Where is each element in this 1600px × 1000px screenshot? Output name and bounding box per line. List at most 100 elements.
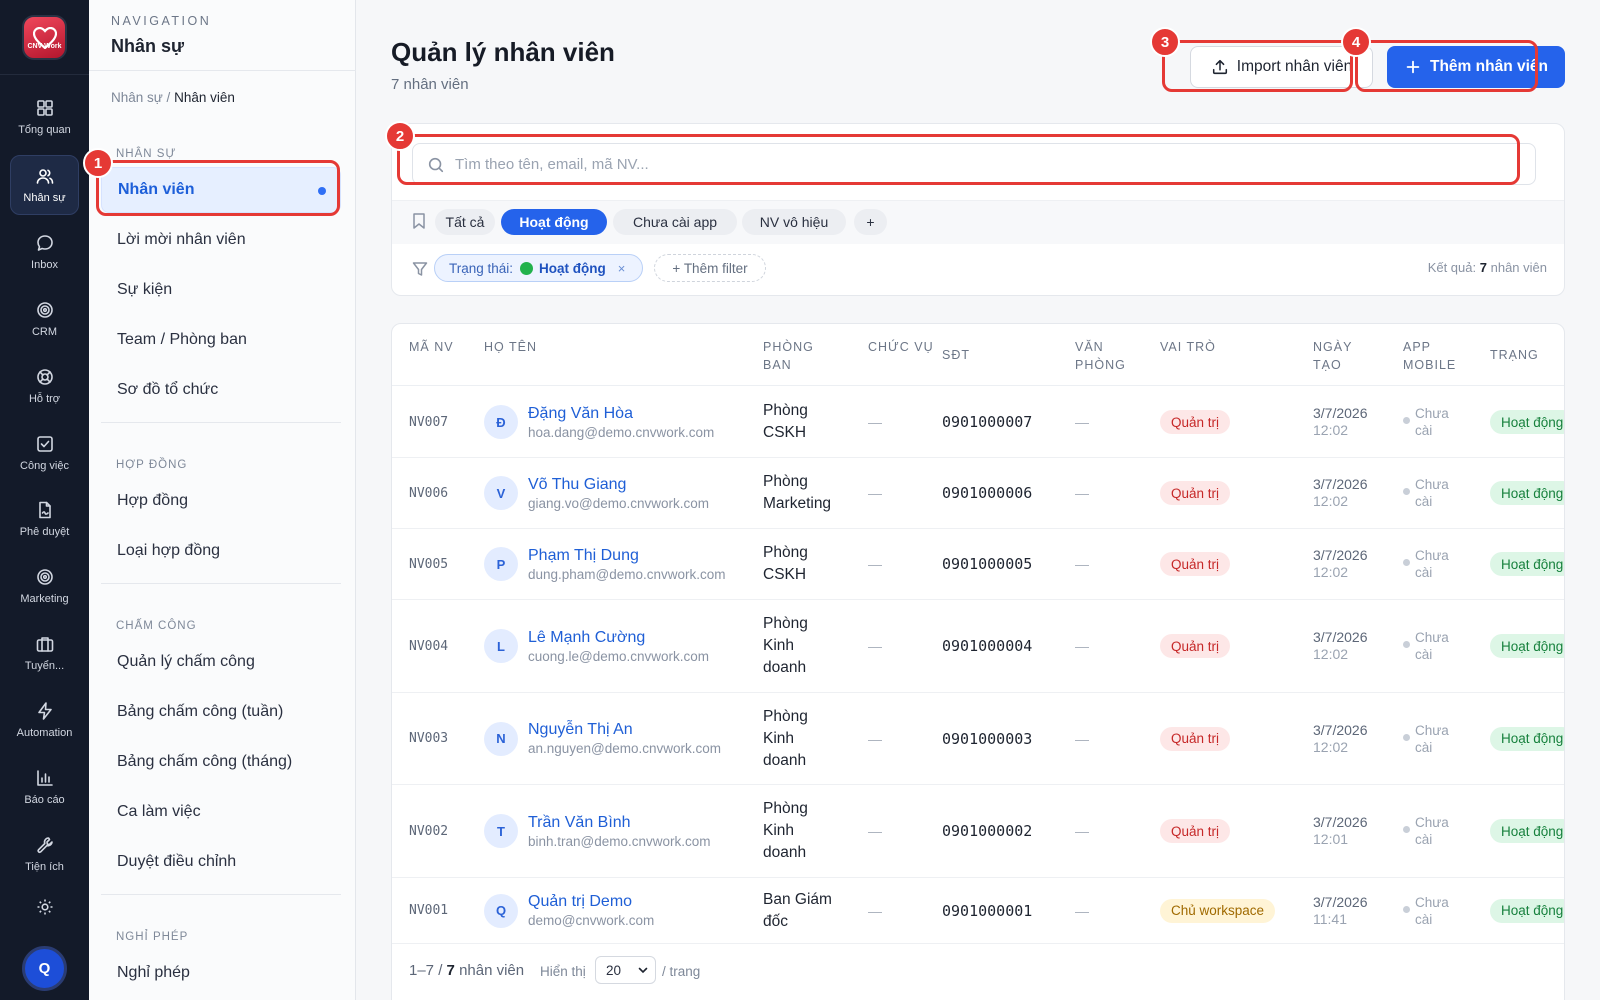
status-dot-icon xyxy=(520,261,534,275)
app-logo[interactable]: CNV Work xyxy=(22,15,67,60)
settings-rail-item[interactable] xyxy=(10,895,79,925)
segment-tab-1[interactable]: Hoạt động xyxy=(501,209,607,235)
rail-item-3[interactable]: CRM xyxy=(10,289,79,349)
app-mobile-status: Chưa cài xyxy=(1403,405,1449,439)
column-header-0[interactable]: MÃ NV xyxy=(409,338,479,356)
rail-item-4[interactable]: Hỗ trợ xyxy=(10,356,79,416)
bookmark-icon[interactable] xyxy=(412,213,426,229)
sidebar-item-2-0[interactable]: Quản lý chấm công xyxy=(101,639,341,685)
employee-name-link[interactable]: Võ Thu Giang xyxy=(528,476,709,494)
table-row[interactable]: NV005 P Phạm Thị Dung dung.pham@demo.cnvwor… xyxy=(392,529,1564,600)
table-row[interactable]: NV004 L Lê Mạnh Cường cuong.le@demo.cnvwork… xyxy=(392,600,1564,693)
column-header-4[interactable]: SĐT xyxy=(942,346,970,364)
rail-item-6[interactable]: Phê duyệt xyxy=(10,489,79,549)
column-header-5[interactable]: VĂN PHÒNG xyxy=(1075,338,1145,374)
employee-phone: 0901000004 xyxy=(942,637,1033,655)
rail-item-8[interactable]: Tuyển... xyxy=(10,623,79,683)
department-line: Ban Giám xyxy=(763,890,832,908)
sidebar-item-3-0[interactable]: Nghỉ phép xyxy=(101,950,341,996)
add-filter-button[interactable]: + Thêm filter xyxy=(654,254,766,282)
sidebar-item-label: Nhân viên xyxy=(118,181,195,198)
column-header-3[interactable]: CHỨC VỤ xyxy=(868,338,938,356)
sidebar-item-2-4[interactable]: Duyệt điều chỉnh xyxy=(101,839,341,885)
rail-item-9[interactable]: Automation xyxy=(10,690,79,750)
breadcrumb-parent[interactable]: Nhân sự / xyxy=(111,90,170,105)
department-line: doanh xyxy=(763,659,807,676)
breadcrumb-current: Nhân viên xyxy=(174,90,235,105)
add-segment-button[interactable]: + xyxy=(854,209,887,235)
sidebar-group-label: NGHỈ PHÉP xyxy=(116,931,189,943)
status-badge: Hoạt động xyxy=(1490,726,1564,751)
rail-item-label: Phê duyệt xyxy=(19,526,70,538)
column-header-8[interactable]: APP MOBILE xyxy=(1403,338,1473,374)
sidebar-item-label: Bảng chấm công (tuần) xyxy=(117,703,284,720)
filter-icon xyxy=(412,262,428,276)
employee-name-link[interactable]: Đặng Văn Hòa xyxy=(528,405,714,423)
employee-name-link[interactable]: Trần Văn Bình xyxy=(528,814,711,832)
remove-filter-icon[interactable]: × xyxy=(618,261,626,276)
sidebar-item-2-1[interactable]: Bảng chấm công (tuần) xyxy=(101,689,341,735)
created-date: 3/7/2026 12:02 xyxy=(1313,405,1368,439)
users-icon xyxy=(36,169,53,184)
employee-department: Phòng Kinh doanh xyxy=(763,706,808,772)
page-subtitle: 7 nhân viên xyxy=(391,76,469,93)
segment-tab-3[interactable]: NV vô hiệu xyxy=(742,209,846,235)
sidebar-item-1-0[interactable]: Hợp đồng xyxy=(101,478,341,524)
table-row[interactable]: NV007 Đ Đặng Văn Hòa hoa.dang@demo.cnvwork.… xyxy=(392,387,1564,458)
plus-icon xyxy=(1406,60,1420,74)
table-row[interactable]: NV002 T Trần Văn Bình binh.tran@demo.cnvwor… xyxy=(392,785,1564,878)
column-header-7[interactable]: NGÀY TẠO xyxy=(1313,338,1383,374)
department-line: doanh xyxy=(763,751,807,769)
app-status-line: Chưa xyxy=(1415,477,1449,492)
sidebar-item-0-3[interactable]: Team / Phòng ban xyxy=(101,317,341,363)
sidebar-item-2-3[interactable]: Ca làm việc xyxy=(101,789,341,835)
employee-name-link[interactable]: Nguyễn Thị An xyxy=(528,721,721,739)
briefcase-icon xyxy=(36,637,53,652)
table-row[interactable]: NV001 Q Quản trị Demo demo@cnvwork.com Ban G… xyxy=(392,878,1564,944)
created-time: 12:01 xyxy=(1313,831,1349,847)
employee-name-link[interactable]: Quản trị Demo xyxy=(528,893,654,911)
sidebar-item-0-4[interactable]: Sơ đồ tổ chức xyxy=(101,367,341,413)
rail-item-5[interactable]: Công việc xyxy=(10,423,79,483)
sidebar-item-1-1[interactable]: Loại hợp đồng xyxy=(101,528,341,574)
sidebar-item-0-2[interactable]: Sự kiện xyxy=(101,267,341,313)
table-row[interactable]: NV003 N Nguyễn Thị An an.nguyen@demo.cnvwor… xyxy=(392,693,1564,785)
column-header-1[interactable]: HỌ TÊN xyxy=(484,338,604,356)
rail-item-label: Nhân sự xyxy=(23,192,66,204)
segment-tab-2[interactable]: Chưa cài app xyxy=(613,209,737,235)
role-badge: Quản trị xyxy=(1160,634,1231,658)
employee-office: — xyxy=(1075,414,1089,430)
column-header-9[interactable]: TRẠNG xyxy=(1490,346,1539,364)
per-page-select[interactable]: 20 xyxy=(595,956,656,984)
sidebar-item-label: Sự kiện xyxy=(117,281,173,298)
column-header-6[interactable]: VAI TRÒ xyxy=(1160,338,1230,356)
employee-name-link[interactable]: Lê Mạnh Cường xyxy=(528,629,709,647)
pagination-total: 7 xyxy=(446,962,455,979)
sidebar-item-2-2[interactable]: Bảng chấm công (tháng) xyxy=(101,739,341,785)
table-row[interactable]: NV006 V Võ Thu Giang giang.vo@demo.cnvwork.… xyxy=(392,458,1564,529)
add-employee-button[interactable]: Thêm nhân viên xyxy=(1387,46,1565,88)
rail-item-0[interactable]: Tổng quan xyxy=(10,87,79,147)
column-header-2[interactable]: PHÒNG BAN xyxy=(763,338,833,374)
status-filter-chip[interactable]: Trạng thái: Hoạt động × xyxy=(434,254,643,282)
user-avatar[interactable]: Q xyxy=(22,946,67,991)
search-input[interactable] xyxy=(455,144,1515,184)
sidebar-item-label: Ca làm việc xyxy=(117,803,201,820)
employee-code: NV005 xyxy=(409,556,449,572)
main-content: Quản lý nhân viên 7 nhân viên Import nhâ… xyxy=(356,0,1600,1000)
employee-name-link[interactable]: Phạm Thị Dung xyxy=(528,547,726,565)
app-mobile-status: Chưa cài xyxy=(1403,722,1449,756)
segment-tab-0[interactable]: Tất cả xyxy=(435,209,495,235)
rail-item-11[interactable]: Tiện ích xyxy=(10,824,79,884)
status-badge: Hoạt động xyxy=(1490,819,1564,843)
rail-item-1[interactable]: Nhân sự xyxy=(10,155,79,215)
rail-item-7[interactable]: Marketing xyxy=(10,556,79,616)
employee-email: an.nguyen@demo.cnvwork.com xyxy=(528,741,722,756)
sidebar-item-0-1[interactable]: Lời mời nhân viên xyxy=(101,217,341,263)
rail-item-2[interactable]: Inbox xyxy=(10,222,79,282)
role-badge: Quản trị xyxy=(1160,410,1231,434)
chat-icon xyxy=(36,235,53,251)
gear-icon xyxy=(37,899,52,915)
sidebar-item-0-0[interactable]: Nhân viên xyxy=(101,167,341,213)
rail-item-10[interactable]: Báo cáo xyxy=(10,757,79,817)
